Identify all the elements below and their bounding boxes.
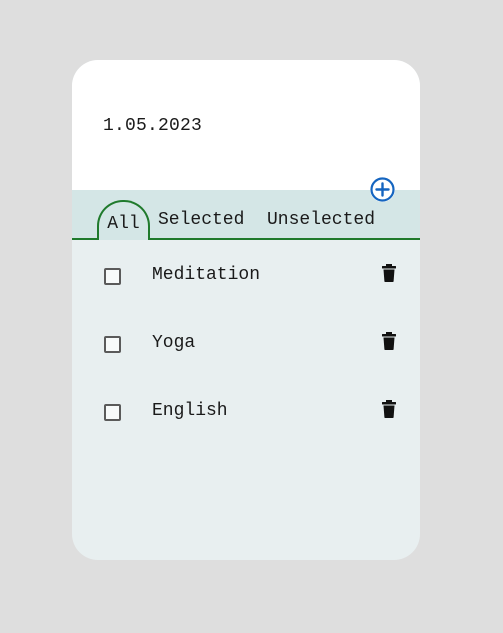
- task-checkbox[interactable]: [104, 268, 121, 285]
- list-item: Yoga: [72, 324, 420, 364]
- tab-unselected[interactable]: Unselected: [267, 209, 375, 231]
- task-label: Yoga: [152, 333, 196, 353]
- date-label: 1.05.2023: [103, 116, 203, 136]
- add-circle-icon: [370, 177, 395, 202]
- delete-task-button[interactable]: [381, 263, 397, 283]
- add-task-button[interactable]: [370, 177, 395, 202]
- task-label: English: [152, 401, 228, 421]
- todo-card: 1.05.2023 All Selected Unselected Medita…: [72, 60, 420, 560]
- list-item: Meditation: [72, 256, 420, 296]
- trash-icon: [382, 264, 396, 282]
- filter-tabs: All Selected Unselected: [72, 190, 420, 240]
- list-item: English: [72, 392, 420, 432]
- tab-all[interactable]: All: [97, 200, 150, 240]
- trash-icon: [382, 332, 396, 350]
- tab-selected[interactable]: Selected: [158, 209, 244, 231]
- delete-task-button[interactable]: [381, 331, 397, 351]
- task-checkbox[interactable]: [104, 336, 121, 353]
- delete-task-button[interactable]: [381, 399, 397, 419]
- trash-icon: [382, 400, 396, 418]
- task-checkbox[interactable]: [104, 404, 121, 421]
- card-header: 1.05.2023: [72, 60, 420, 190]
- task-label: Meditation: [152, 265, 261, 285]
